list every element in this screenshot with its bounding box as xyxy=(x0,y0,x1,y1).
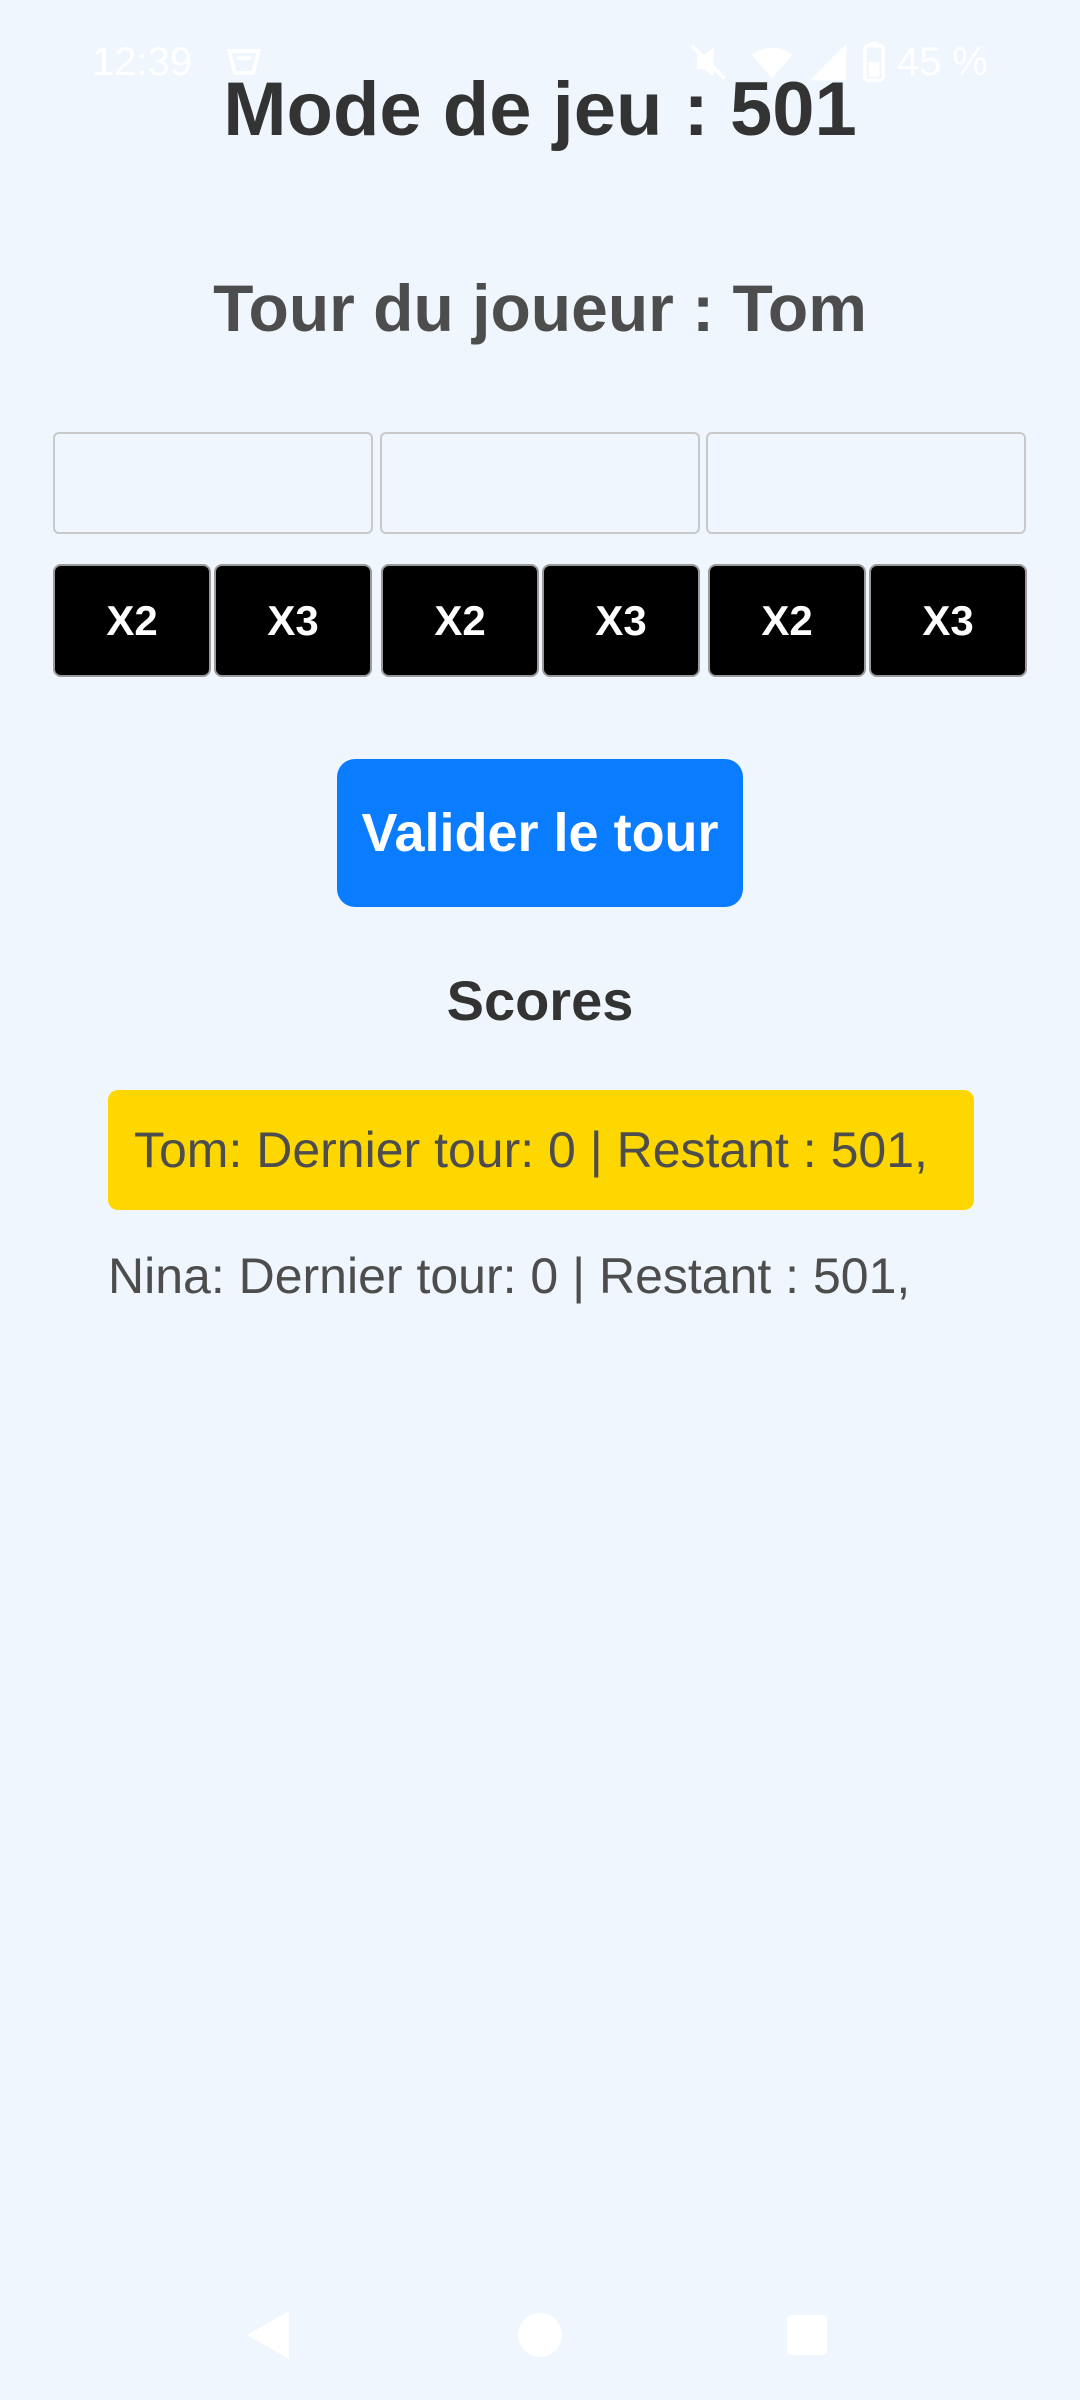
score-row: Nina: Dernier tour: 0 | Restant : 501, xyxy=(108,1248,911,1304)
dart-3-x2-button[interactable]: X2 xyxy=(708,564,866,677)
dart-1-input[interactable] xyxy=(53,432,373,534)
validate-turn-button[interactable]: Valider le tour xyxy=(337,759,743,907)
back-icon[interactable] xyxy=(247,2311,289,2359)
dart-2-x3-button[interactable]: X3 xyxy=(542,564,700,677)
scores-title: Scores xyxy=(446,969,634,1032)
dart-2-input[interactable] xyxy=(380,432,700,534)
score-row-active: Tom: Dernier tour: 0 | Restant : 501, xyxy=(108,1090,974,1210)
dart-3-x3-button[interactable]: X3 xyxy=(869,564,1027,677)
dart-2-x2-button[interactable]: X2 xyxy=(381,564,539,677)
dart-1-x2-button[interactable]: X2 xyxy=(53,564,211,677)
multiplier-buttons-row: X2 X3 X2 X3 X2 X3 xyxy=(53,564,1029,677)
dart-3-input[interactable] xyxy=(706,432,1026,534)
home-icon[interactable] xyxy=(518,2313,562,2357)
navigation-bar xyxy=(0,2280,1080,2400)
dart-1-x3-button[interactable]: X3 xyxy=(214,564,372,677)
dart-inputs-row xyxy=(53,432,1029,536)
player-turn-title: Tour du joueur : Tom xyxy=(213,271,867,345)
game-mode-title: Mode de jeu : 501 xyxy=(223,67,857,152)
recents-icon[interactable] xyxy=(787,2315,827,2355)
